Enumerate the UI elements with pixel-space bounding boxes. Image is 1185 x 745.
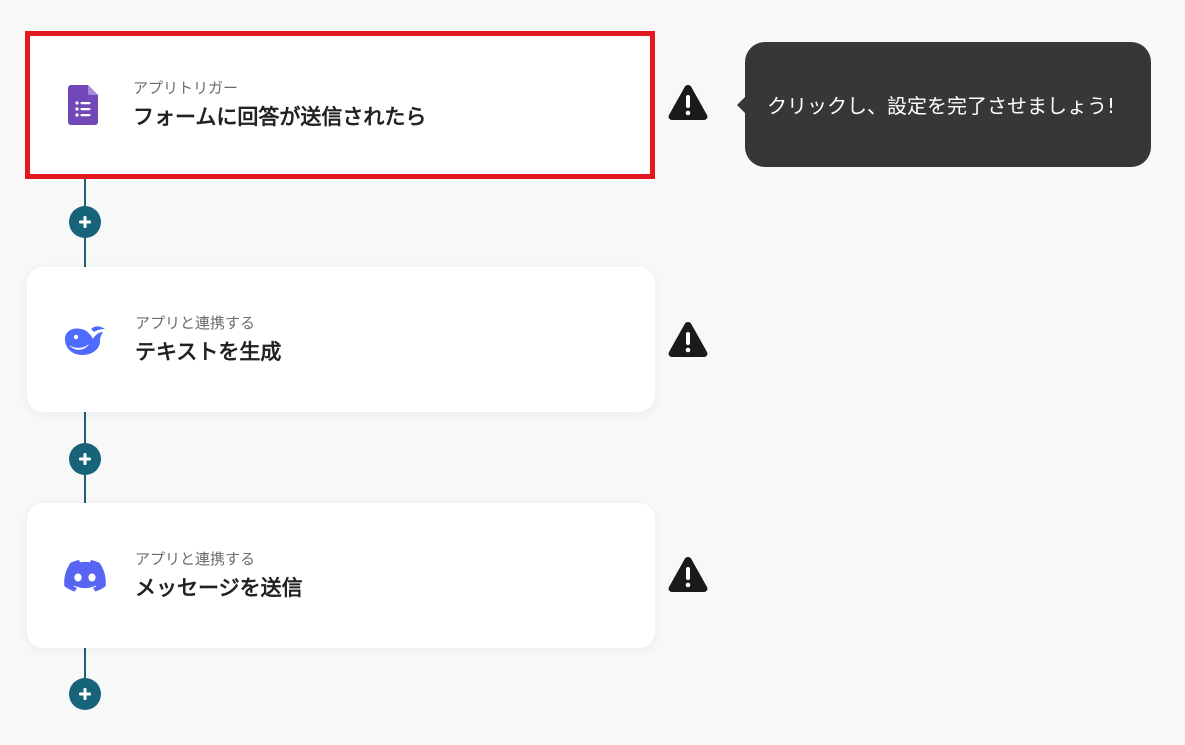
step-subtitle: アプリと連携する <box>135 549 256 568</box>
add-step-button[interactable] <box>69 206 101 238</box>
step-subtitle: アプリトリガー <box>133 79 239 97</box>
plus-icon <box>79 688 91 700</box>
plus-icon <box>79 216 91 228</box>
flow-step-card-trigger[interactable]: アプリトリガー フォームに回答が送信されたら <box>25 31 655 179</box>
warning-triangle-icon[interactable] <box>667 555 709 593</box>
step-subtitle: アプリと連携する <box>135 313 256 332</box>
google-forms-icon <box>59 81 107 129</box>
add-step-button[interactable] <box>69 443 101 475</box>
flow-step-card-generate-text[interactable]: アプリと連携する テキストを生成 <box>27 267 655 412</box>
step-title: テキストを生成 <box>135 339 282 364</box>
plus-icon <box>79 453 91 465</box>
step-title: メッセージを送信 <box>135 575 303 600</box>
warning-triangle-icon[interactable] <box>667 320 709 358</box>
flow-step-card-send-message[interactable]: アプリと連携する メッセージを送信 <box>27 503 655 648</box>
warning-triangle-icon[interactable] <box>667 83 709 121</box>
add-step-button[interactable] <box>69 678 101 710</box>
deepseek-whale-icon <box>61 316 109 364</box>
setup-hint-tooltip: クリックし、設定を完了させましょう! <box>737 42 1151 167</box>
discord-icon <box>61 552 109 600</box>
tooltip-text: クリックし、設定を完了させましょう! <box>767 94 1116 118</box>
step-title: フォームに回答が送信されたら <box>133 105 427 129</box>
